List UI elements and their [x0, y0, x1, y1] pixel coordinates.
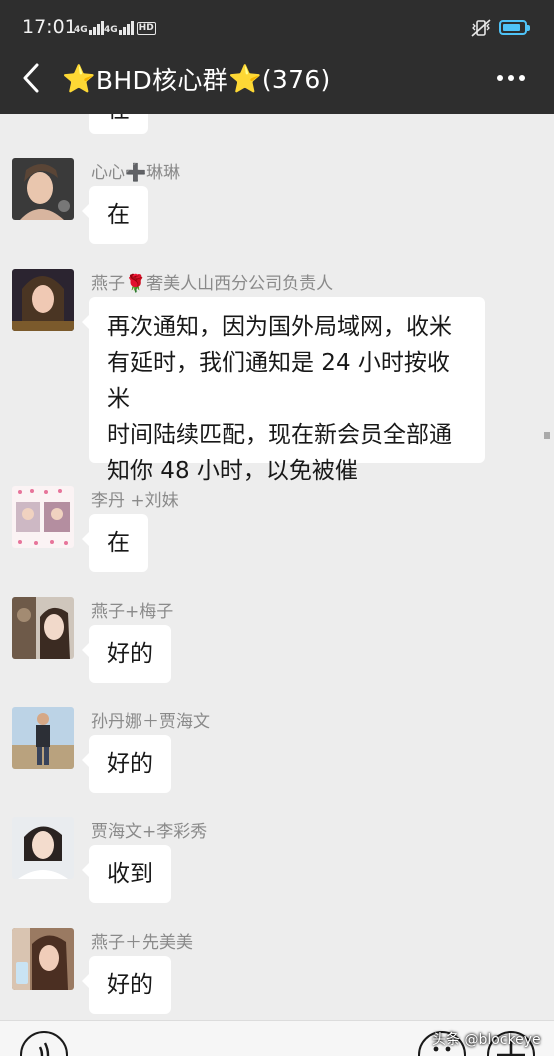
member-count: (376) [261, 64, 331, 94]
sender-name: 贾海文+李彩秀 [91, 822, 208, 842]
battery-icon [499, 20, 530, 35]
message-bubble[interactable]: 在 [82, 186, 148, 244]
chat-title[interactable]: ⭐ BHD核心群 ⭐ (376) [62, 60, 331, 98]
message-bubble[interactable]: 好的 [82, 956, 171, 1014]
signal-bars-icon [88, 21, 104, 35]
signal-1: 4G [74, 19, 104, 35]
star-icon: ⭐ [62, 64, 96, 95]
avatar[interactable] [12, 817, 74, 879]
voice-button[interactable] [20, 1031, 68, 1056]
message-bubble[interactable]: 好的 [82, 625, 171, 683]
message-bubble[interactable]: 收到 [82, 845, 171, 903]
more-options-icon[interactable] [494, 68, 528, 88]
avatar[interactable] [12, 486, 74, 548]
top-bar: 17:01 4G 4G HD ⭐ BHD核心群 ⭐ (376) [0, 0, 554, 114]
vibrate-icon [471, 19, 491, 37]
sender-name: 孙丹娜＋贾海文 [91, 712, 210, 732]
input-bar: 头条 @blockeye [0, 1020, 554, 1056]
star-icon: ⭐ [227, 64, 262, 95]
voice-icon [38, 1042, 50, 1056]
sender-name: 心心➕琳琳 [91, 163, 181, 183]
watermark: 头条 @blockeye [432, 1032, 541, 1048]
group-name: BHD核心群 [95, 66, 228, 95]
back-arrow-icon[interactable] [18, 62, 44, 94]
message-list[interactable]: 在 心心➕琳琳 在 燕子🌹奢美人山西分公司负责人 再次通知，因为国外局域网，收米… [0, 114, 554, 1020]
avatar[interactable] [12, 928, 74, 990]
avatar[interactable] [12, 597, 74, 659]
sender-name: 燕子+梅子 [91, 602, 174, 622]
message-bubble[interactable]: 在 [89, 114, 148, 134]
sender-name: 燕子🌹奢美人山西分公司负责人 [91, 274, 334, 294]
scroll-marker [544, 432, 550, 439]
battery-level [503, 24, 520, 31]
message-bubble[interactable]: 好的 [82, 735, 171, 793]
status-time: 17:01 [22, 16, 77, 38]
avatar[interactable] [12, 707, 74, 769]
avatar[interactable] [12, 269, 74, 331]
sender-name: 燕子＋先美美 [91, 933, 193, 953]
message-bubble[interactable]: 在 [82, 514, 148, 572]
signal-bars-icon [118, 21, 134, 35]
sender-name: 李丹 +刘妹 [91, 491, 179, 511]
hd-badge: HD [136, 22, 156, 35]
avatar[interactable] [12, 158, 74, 220]
message-bubble[interactable]: 再次通知，因为国外局域网，收米 有延时，我们通知是 24 小时按收米 时间陆续匹… [82, 297, 485, 484]
signal-2: 4G HD [104, 21, 156, 35]
